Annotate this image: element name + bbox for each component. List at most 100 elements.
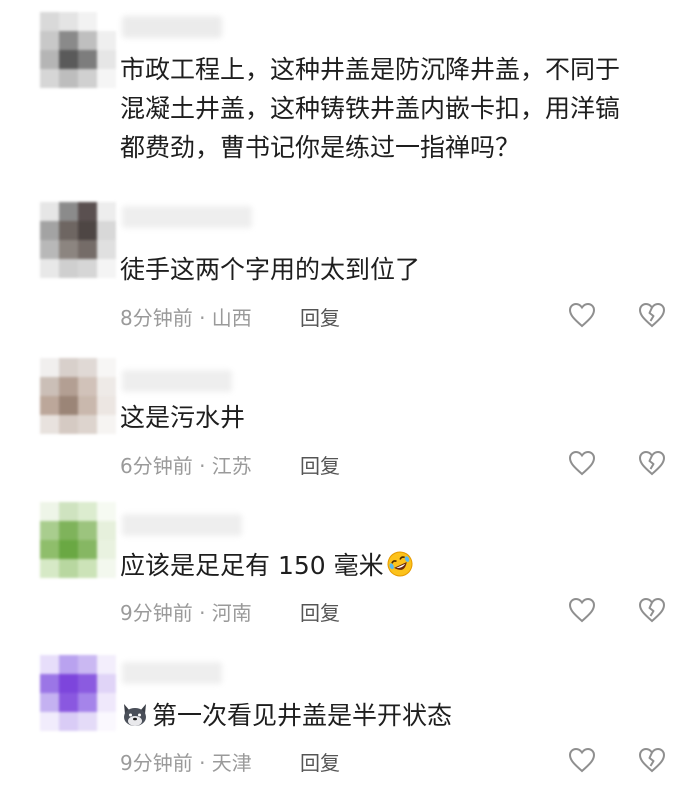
avatar-mosaic-cell [59, 31, 78, 50]
avatar-mosaic-cell [78, 69, 97, 88]
avatar-mosaic-cell [59, 377, 78, 396]
avatar-mosaic-cell [40, 674, 59, 693]
avatar-mosaic-cell [97, 31, 116, 50]
avatar-mosaic-cell [97, 559, 116, 578]
avatar-mosaic-cell [59, 259, 78, 278]
avatar-mosaic-cell [59, 693, 78, 712]
avatar-mosaic-cell [40, 50, 59, 69]
avatar-mosaic-cell [78, 415, 97, 434]
dog-emoji-icon [124, 704, 146, 726]
heart-outline-icon[interactable] [568, 302, 596, 328]
avatar-mosaic-cell [97, 655, 116, 674]
username-blurred[interactable] [122, 370, 232, 392]
avatar-mosaic-cell [78, 377, 97, 396]
broken-heart-icon[interactable] [638, 450, 666, 476]
avatar-mosaic-cell [59, 674, 78, 693]
avatar-mosaic-cell [40, 358, 59, 377]
avatar-mosaic-cell [40, 655, 59, 674]
avatar-mosaic-cell [59, 521, 78, 540]
avatar-mosaic-cell [78, 396, 97, 415]
time-location: 6分钟前 · 江苏 [120, 454, 252, 478]
avatar-mosaic-cell [59, 502, 78, 521]
rolling-laughing-icon [387, 551, 413, 577]
avatar-mosaic-cell [97, 221, 116, 240]
avatar-mosaic-cell [59, 202, 78, 221]
avatar-mosaic-cell [97, 358, 116, 377]
avatar[interactable] [40, 655, 116, 731]
comment-text: 徒手这两个字用的太到位了 [120, 255, 421, 284]
avatar-mosaic-cell [97, 502, 116, 521]
comment-text-line: 市政工程上，这种井盖是防沉降井盖，不同于 [120, 55, 621, 84]
avatar-mosaic-cell [78, 502, 97, 521]
heart-outline-icon[interactable] [568, 747, 596, 773]
comment-text: 应该是足足有 150 毫米 [120, 546, 414, 585]
avatar-mosaic-cell [40, 202, 59, 221]
avatar-mosaic-cell [40, 31, 59, 50]
avatar-mosaic-cell [40, 12, 59, 31]
avatar-mosaic-cell [59, 655, 78, 674]
avatar-mosaic-cell [97, 693, 116, 712]
avatar-mosaic-cell [97, 69, 116, 88]
avatar-mosaic-cell [78, 358, 97, 377]
avatar-mosaic-cell [40, 712, 59, 731]
avatar-mosaic-cell [78, 221, 97, 240]
avatar-mosaic-cell [59, 69, 78, 88]
username-blurred[interactable] [122, 16, 222, 38]
avatar[interactable] [40, 202, 116, 278]
avatar[interactable] [40, 12, 116, 88]
avatar-mosaic-cell [97, 712, 116, 731]
avatar-mosaic-cell [97, 396, 116, 415]
time-location: 8分钟前 · 山西 [120, 306, 252, 330]
comment-text: 这是污水井 [120, 403, 246, 432]
avatar-mosaic-cell [59, 240, 78, 259]
avatar-mosaic-cell [40, 377, 59, 396]
reply-button[interactable]: 回复 [300, 597, 340, 626]
avatar[interactable] [40, 358, 116, 434]
avatar-mosaic-cell [59, 415, 78, 434]
avatar-mosaic-cell [78, 259, 97, 278]
avatar-mosaic-cell [40, 221, 59, 240]
avatar-mosaic-cell [40, 502, 59, 521]
avatar-mosaic-cell [78, 540, 97, 559]
broken-heart-icon[interactable] [638, 302, 666, 328]
avatar-mosaic-cell [40, 396, 59, 415]
time-location: 9分钟前 · 河南 [120, 601, 252, 625]
reply-button[interactable]: 回复 [300, 302, 340, 331]
heart-outline-icon[interactable] [568, 450, 596, 476]
avatar-mosaic-cell [78, 655, 97, 674]
avatar-mosaic-cell [78, 693, 97, 712]
avatar-mosaic-cell [78, 202, 97, 221]
avatar-mosaic-cell [59, 396, 78, 415]
avatar-mosaic-cell [97, 202, 116, 221]
reply-button[interactable]: 回复 [300, 450, 340, 479]
avatar-mosaic-cell [78, 559, 97, 578]
heart-outline-icon[interactable] [568, 597, 596, 623]
comment-text: 市政工程上，这种井盖是防沉降井盖，不同于 混凝土井盖，这种铸铁井盖内嵌卡扣，用洋… [120, 50, 620, 167]
comment-text-content: 应该是足足有 150 毫米 [120, 551, 384, 580]
avatar-mosaic-cell [78, 240, 97, 259]
avatar-mosaic-cell [59, 559, 78, 578]
avatar-mosaic-cell [97, 674, 116, 693]
username-blurred[interactable] [122, 662, 222, 684]
avatar-mosaic-cell [59, 221, 78, 240]
avatar-mosaic-cell [40, 540, 59, 559]
avatar-mosaic-cell [97, 540, 116, 559]
avatar-mosaic-cell [59, 12, 78, 31]
avatar-mosaic-cell [40, 259, 59, 278]
time-location: 9分钟前 · 天津 [120, 751, 252, 775]
avatar-mosaic-cell [40, 521, 59, 540]
avatar-mosaic-cell [97, 415, 116, 434]
avatar-mosaic-cell [40, 69, 59, 88]
avatar-mosaic-cell [40, 693, 59, 712]
avatar-mosaic-cell [97, 521, 116, 540]
broken-heart-icon[interactable] [638, 597, 666, 623]
username-blurred[interactable] [122, 514, 242, 536]
avatar-mosaic-cell [97, 50, 116, 69]
avatar-mosaic-cell [59, 50, 78, 69]
username-blurred[interactable] [122, 206, 252, 228]
avatar-mosaic-cell [97, 12, 116, 31]
reply-button[interactable]: 回复 [300, 747, 340, 776]
avatar-mosaic-cell [78, 674, 97, 693]
avatar[interactable] [40, 502, 116, 578]
broken-heart-icon[interactable] [638, 747, 666, 773]
